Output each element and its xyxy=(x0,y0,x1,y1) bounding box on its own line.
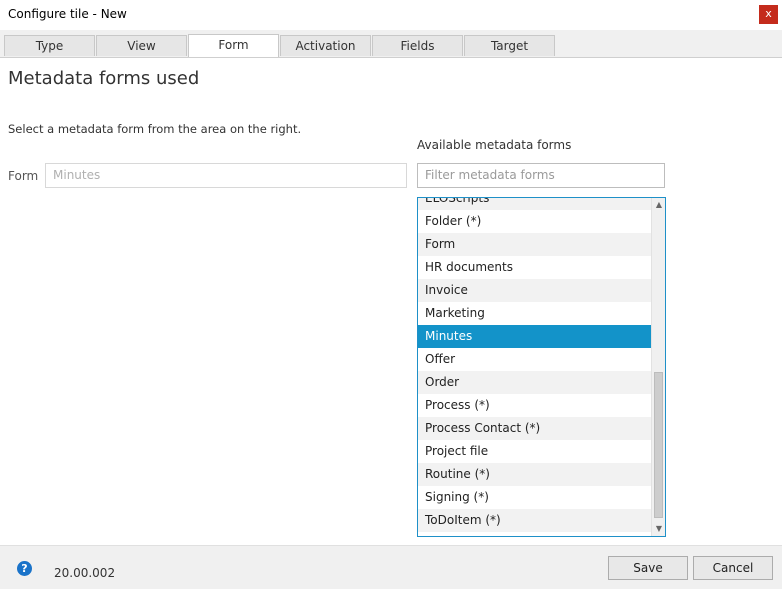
list-item[interactable]: HR documents xyxy=(418,256,651,279)
form-field[interactable]: Minutes xyxy=(45,163,407,188)
list-item-selected[interactable]: Minutes xyxy=(418,325,651,348)
list-item[interactable]: Routine (*) xyxy=(418,463,651,486)
tab-view[interactable]: View xyxy=(96,35,187,56)
chevron-down-icon[interactable]: ▼ xyxy=(652,522,665,536)
tab-type[interactable]: Type xyxy=(4,35,95,56)
list-item[interactable]: Project file xyxy=(418,440,651,463)
tab-target[interactable]: Target xyxy=(464,35,555,56)
help-icon[interactable]: ? xyxy=(17,561,32,576)
available-forms-label: Available metadata forms xyxy=(417,138,572,152)
list-item[interactable]: Marketing xyxy=(418,302,651,325)
list-item[interactable]: Process Contact (*) xyxy=(418,417,651,440)
tab-fields[interactable]: Fields xyxy=(372,35,463,56)
save-button[interactable]: Save xyxy=(608,556,688,580)
cancel-button[interactable]: Cancel xyxy=(693,556,773,580)
tab-activation[interactable]: Activation xyxy=(280,35,371,56)
window-title: Configure tile - New xyxy=(8,7,127,21)
list-item[interactable]: Offer xyxy=(418,348,651,371)
chevron-up-icon[interactable]: ▲ xyxy=(652,198,665,212)
scroll-thumb[interactable] xyxy=(654,372,663,518)
list-scrollbar[interactable]: ▲ ▼ xyxy=(651,198,665,536)
page-title: Metadata forms used xyxy=(8,68,200,89)
list-item[interactable]: Invoice xyxy=(418,279,651,302)
close-icon[interactable]: x xyxy=(759,5,778,24)
instruction-text: Select a metadata form from the area on … xyxy=(8,122,302,136)
footer-bar: ? 20.00.002 Save Cancel xyxy=(0,545,782,589)
list-item[interactable]: Order xyxy=(418,371,651,394)
list-item[interactable]: Form xyxy=(418,233,651,256)
list-item[interactable]: Process (*) xyxy=(418,394,651,417)
form-label: Form xyxy=(8,169,39,183)
list-item[interactable]: ToDoItem (*) xyxy=(418,509,651,532)
metadata-forms-list[interactable]: ELOScripts Folder (*) Form HR documents … xyxy=(417,197,666,537)
list-item[interactable]: Signing (*) xyxy=(418,486,651,509)
tab-form[interactable]: Form xyxy=(188,34,279,57)
list-items: ELOScripts Folder (*) Form HR documents … xyxy=(418,198,651,532)
filter-input[interactable]: Filter metadata forms xyxy=(417,163,665,188)
list-item[interactable]: Folder (*) xyxy=(418,210,651,233)
list-item[interactable]: ELOScripts xyxy=(418,198,651,210)
tab-strip: Type View Form Activation Fields Target xyxy=(0,30,782,58)
version-label: 20.00.002 xyxy=(54,566,116,580)
title-bar: Configure tile - New x xyxy=(0,0,782,30)
